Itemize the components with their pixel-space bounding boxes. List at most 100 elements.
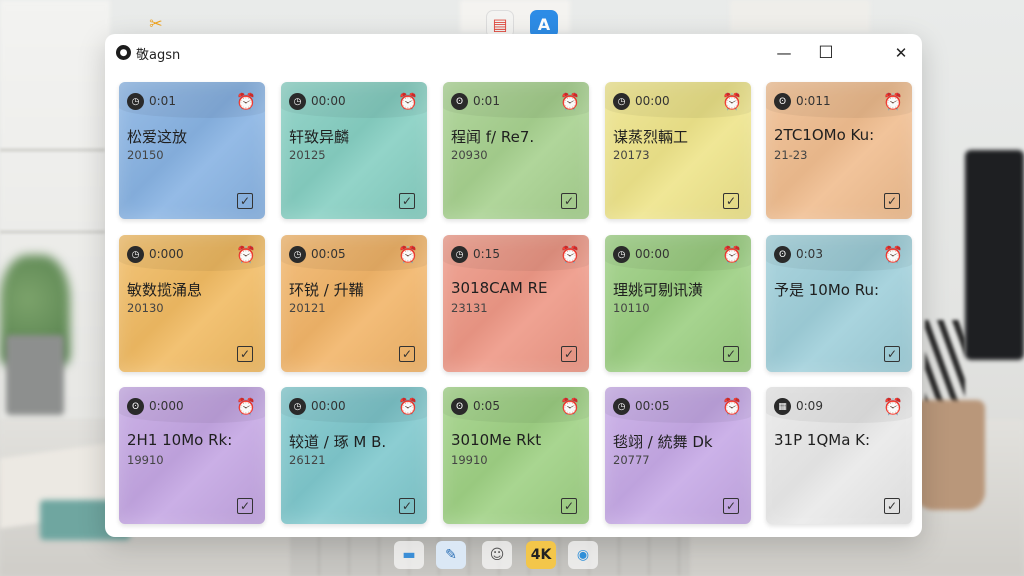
alarm-clock-icon[interactable]: ⏰ — [235, 90, 257, 112]
alarm-clock-icon[interactable]: ⏰ — [721, 243, 743, 265]
calendar-icon: ▦ — [774, 398, 791, 415]
note-subtitle: 20130 — [127, 301, 164, 315]
sticky-note[interactable]: ◷ 00:00 ⏰ 谋蒸烈輛工 20173 ✓ — [605, 82, 751, 219]
sticky-note[interactable]: ʘ 0:011 ⏰ 2TC1OMo Ku: 21-23 ✓ — [766, 82, 912, 219]
taskbar-4k-icon[interactable]: 4K — [526, 541, 556, 569]
note-title: 予是 10Mo Ru: — [774, 281, 880, 299]
alarm-clock-icon[interactable]: ⏰ — [235, 395, 257, 417]
minimize-button[interactable]: — — [769, 40, 799, 66]
note-subtitle: 20173 — [613, 148, 650, 162]
app-logo-icon: ● — [116, 45, 131, 60]
maximize-button[interactable]: ☐ — [811, 40, 841, 66]
sticky-note[interactable]: ◷ 00:05 ⏰ 毯翊 / 統舞 Dk 20777 ✓ — [605, 387, 751, 524]
alarm-clock-icon[interactable]: ⏰ — [397, 243, 419, 265]
background-shelf-board — [0, 148, 105, 152]
note-title: 2H1 10Mo Rk: — [127, 431, 233, 449]
note-title: 环锐 / 升鞴 — [289, 281, 364, 299]
note-title: 较道 / 琢 M B. — [289, 433, 387, 451]
background-notebook — [0, 441, 120, 529]
title-bar[interactable]: ● 敬agsn — ☐ ✕ — [105, 34, 922, 72]
background-frame — [730, 0, 870, 32]
sticky-note[interactable]: ʘ 0:05 ⏰ 3010Me Rkt 19910 ✓ — [443, 387, 589, 524]
checkbox-icon[interactable]: ✓ — [399, 498, 415, 514]
background-mug — [915, 400, 985, 510]
note-title: 理姚可剔讯潢 — [613, 281, 704, 299]
alarm-clock-icon[interactable]: ⏰ — [721, 90, 743, 112]
alarm-clock-icon[interactable]: ⏰ — [559, 395, 581, 417]
alarm-clock-icon[interactable]: ⏰ — [882, 90, 904, 112]
taskbar-globe-icon[interactable]: ◉ — [568, 541, 598, 569]
note-subtitle: 20121 — [289, 301, 326, 315]
bear-icon: ʘ — [774, 93, 791, 110]
sticky-note[interactable]: ʘ 0:03 ⏰ 予是 10Mo Ru: ✓ — [766, 235, 912, 372]
alarm-clock-icon[interactable]: ⏰ — [882, 395, 904, 417]
note-subtitle: 19910 — [127, 453, 164, 467]
sticky-note[interactable]: ◷ 00:00 ⏰ 轩致异麟 20125 ✓ — [281, 82, 427, 219]
checkbox-icon[interactable]: ✓ — [399, 346, 415, 362]
background-shelf — [0, 0, 110, 420]
note-title: 毯翊 / 統舞 Dk — [613, 433, 713, 451]
sticky-note[interactable]: ◷ 00:00 ⏰ 较道 / 琢 M B. 26121 ✓ — [281, 387, 427, 524]
background-pens — [925, 320, 965, 410]
note-title: 2TC1OMo Ku: — [774, 126, 875, 144]
alarm-clock-icon[interactable]: ⏰ — [559, 243, 581, 265]
sticky-note[interactable]: ◷ 00:00 ⏰ 理姚可剔讯潢 10110 ✓ — [605, 235, 751, 372]
note-subtitle: 10110 — [613, 301, 650, 315]
note-title: 敏数揽涌息 — [127, 281, 203, 299]
note-title: 31P 1QMa K: — [774, 431, 871, 449]
alarm-clock-icon[interactable]: ⏰ — [235, 243, 257, 265]
note-time: 0:01 — [473, 94, 500, 108]
note-subtitle: 19910 — [451, 453, 488, 467]
window-title: 敬agsn — [136, 48, 181, 63]
bear-icon: ʘ — [451, 93, 468, 110]
checkbox-icon[interactable]: ✓ — [237, 346, 253, 362]
note-subtitle: 20125 — [289, 148, 326, 162]
clock-icon: ◷ — [289, 246, 306, 263]
alarm-clock-icon[interactable]: ⏰ — [559, 90, 581, 112]
clock-icon: ◷ — [289, 93, 306, 110]
sticky-note[interactable]: ◷ 0:15 ⏰ 3018CAM RE 23131 ✓ — [443, 235, 589, 372]
taskbar-notes-icon[interactable]: ✎ — [436, 541, 466, 569]
checkbox-icon[interactable]: ✓ — [723, 346, 739, 362]
note-time: 00:00 — [635, 94, 670, 108]
checkbox-icon[interactable]: ✓ — [561, 498, 577, 514]
checkbox-icon[interactable]: ✓ — [237, 193, 253, 209]
checkbox-icon[interactable]: ✓ — [884, 346, 900, 362]
close-button[interactable]: ✕ — [886, 40, 916, 66]
note-time: 00:00 — [311, 94, 346, 108]
taskbar-face-icon[interactable]: ☺ — [482, 541, 512, 569]
checkbox-icon[interactable]: ✓ — [884, 498, 900, 514]
alarm-clock-icon[interactable]: ⏰ — [721, 395, 743, 417]
alarm-clock-icon[interactable]: ⏰ — [397, 395, 419, 417]
checkbox-icon[interactable]: ✓ — [399, 193, 415, 209]
note-time: 0:011 — [796, 94, 831, 108]
note-time: 0:01 — [149, 94, 176, 108]
bear-icon: ʘ — [451, 398, 468, 415]
note-time: 0:03 — [796, 247, 823, 261]
minimize-icon: — — [776, 44, 792, 62]
clock-icon: ◷ — [289, 398, 306, 415]
checkbox-icon[interactable]: ✓ — [723, 193, 739, 209]
checkbox-icon[interactable]: ✓ — [723, 498, 739, 514]
sticky-note[interactable]: ʘ 0:01 ⏰ 程闻 f/ Re7. 20930 ✓ — [443, 82, 589, 219]
alarm-clock-icon[interactable]: ⏰ — [882, 243, 904, 265]
sticky-note[interactable]: ◷ 00:05 ⏰ 环锐 / 升鞴 20121 ✓ — [281, 235, 427, 372]
sticky-note[interactable]: ◷ 0:01 ⏰ 松爱这放 20150 ✓ — [119, 82, 265, 219]
alarm-clock-icon[interactable]: ⏰ — [397, 90, 419, 112]
sticky-note[interactable]: ʘ 0:000 ⏰ 2H1 10Mo Rk: 19910 ✓ — [119, 387, 265, 524]
checkbox-icon[interactable]: ✓ — [561, 346, 577, 362]
clock-icon: ◷ — [613, 93, 630, 110]
sticky-note[interactable]: ◷ 0:000 ⏰ 敏数揽涌息 20130 ✓ — [119, 235, 265, 372]
checkbox-icon[interactable]: ✓ — [561, 193, 577, 209]
sticky-notes-window: ● 敬agsn — ☐ ✕ ◷ 0:01 ⏰ 松爱这放 20150 ✓ ◷ 00:00 ⏰ 轩致异… — [105, 34, 922, 537]
sticky-note[interactable]: ▦ 0:09 ⏰ 31P 1QMa K: ✓ — [766, 387, 912, 524]
note-title: 轩致异麟 — [289, 128, 350, 146]
checkbox-icon[interactable]: ✓ — [237, 498, 253, 514]
note-subtitle: 21-23 — [774, 148, 808, 162]
checkbox-icon[interactable]: ✓ — [884, 193, 900, 209]
tools-icon[interactable]: ✂ — [143, 13, 169, 33]
background-monitor — [965, 150, 1024, 360]
note-title: 谋蒸烈輛工 — [613, 128, 689, 146]
maximize-icon: ☐ — [818, 43, 834, 63]
taskbar-window-icon[interactable]: ▬ — [394, 541, 424, 569]
